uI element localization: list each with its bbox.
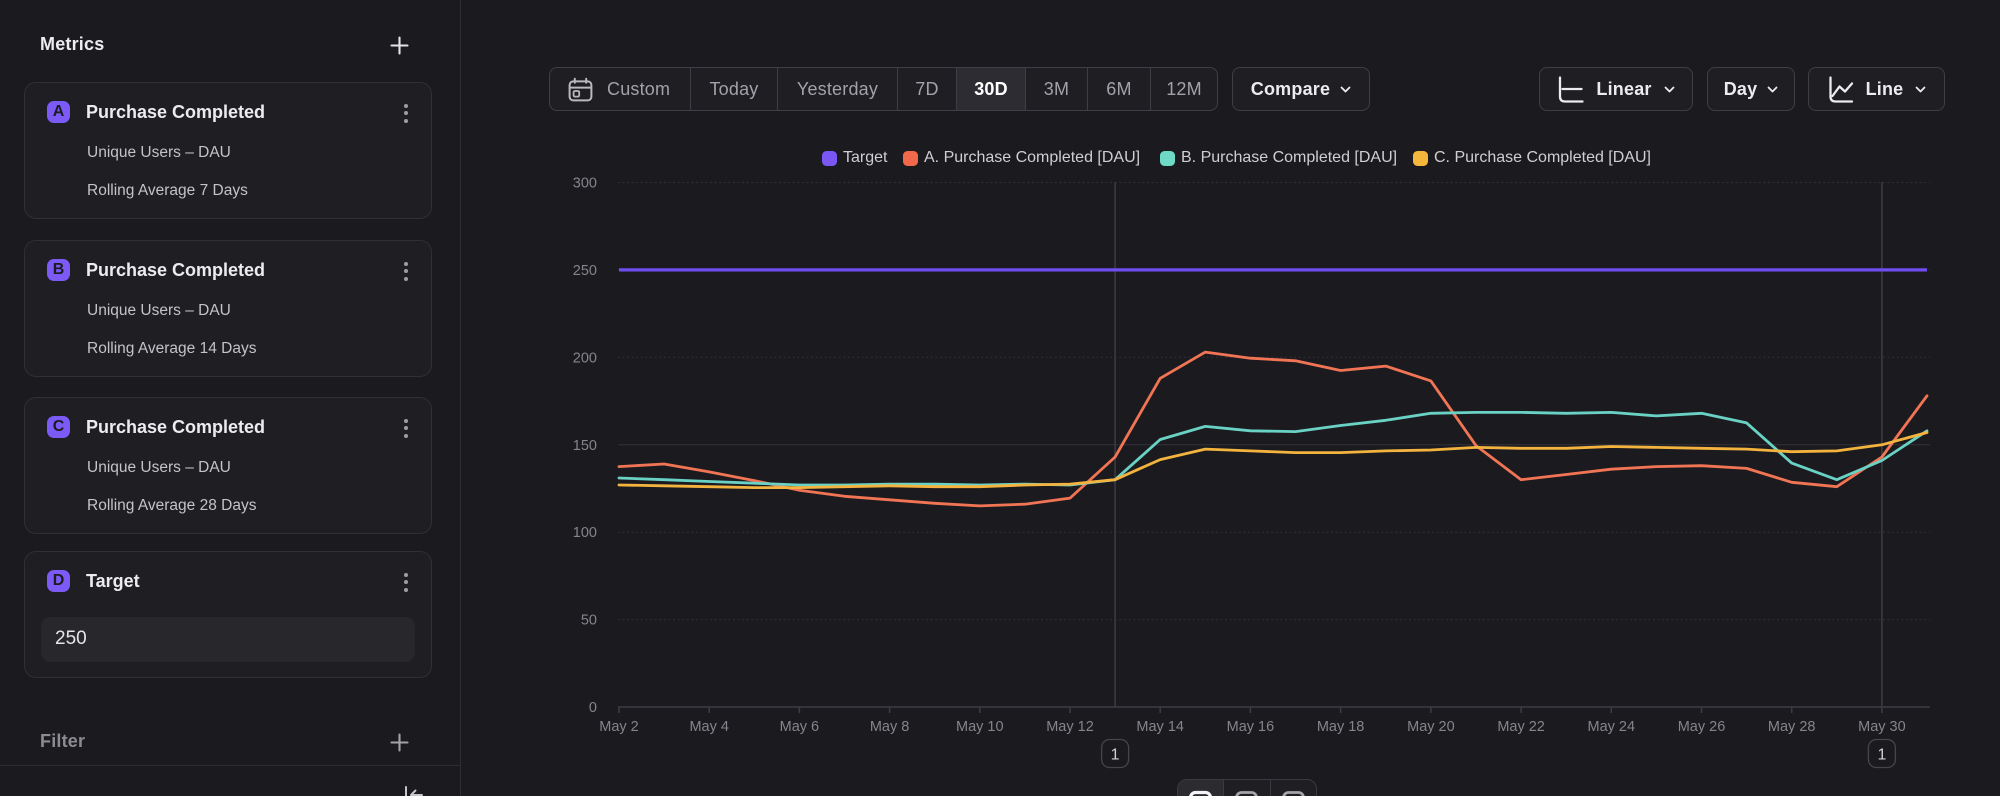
svg-text:50: 50 <box>581 613 597 629</box>
svg-text:May 22: May 22 <box>1497 719 1545 735</box>
svg-text:May 24: May 24 <box>1588 719 1636 735</box>
svg-text:May 2: May 2 <box>599 719 639 735</box>
svg-text:250: 250 <box>573 263 597 279</box>
svg-text:May 10: May 10 <box>956 719 1004 735</box>
svg-text:May 6: May 6 <box>780 719 820 735</box>
svg-text:0: 0 <box>589 700 597 716</box>
svg-text:May 20: May 20 <box>1407 719 1455 735</box>
svg-text:May 8: May 8 <box>870 719 910 735</box>
svg-text:May 4: May 4 <box>689 719 729 735</box>
svg-text:150: 150 <box>573 438 597 454</box>
svg-text:300: 300 <box>573 176 597 192</box>
svg-text:May 12: May 12 <box>1046 719 1094 735</box>
svg-text:May 18: May 18 <box>1317 719 1365 735</box>
svg-text:May 28: May 28 <box>1768 719 1816 735</box>
svg-text:May 16: May 16 <box>1227 719 1275 735</box>
svg-text:May 26: May 26 <box>1678 719 1726 735</box>
svg-text:1: 1 <box>1877 747 1886 764</box>
svg-text:1: 1 <box>1111 747 1120 764</box>
svg-text:100: 100 <box>573 525 597 541</box>
svg-text:200: 200 <box>573 350 597 366</box>
svg-text:May 14: May 14 <box>1136 719 1184 735</box>
svg-text:May 30: May 30 <box>1858 719 1906 735</box>
